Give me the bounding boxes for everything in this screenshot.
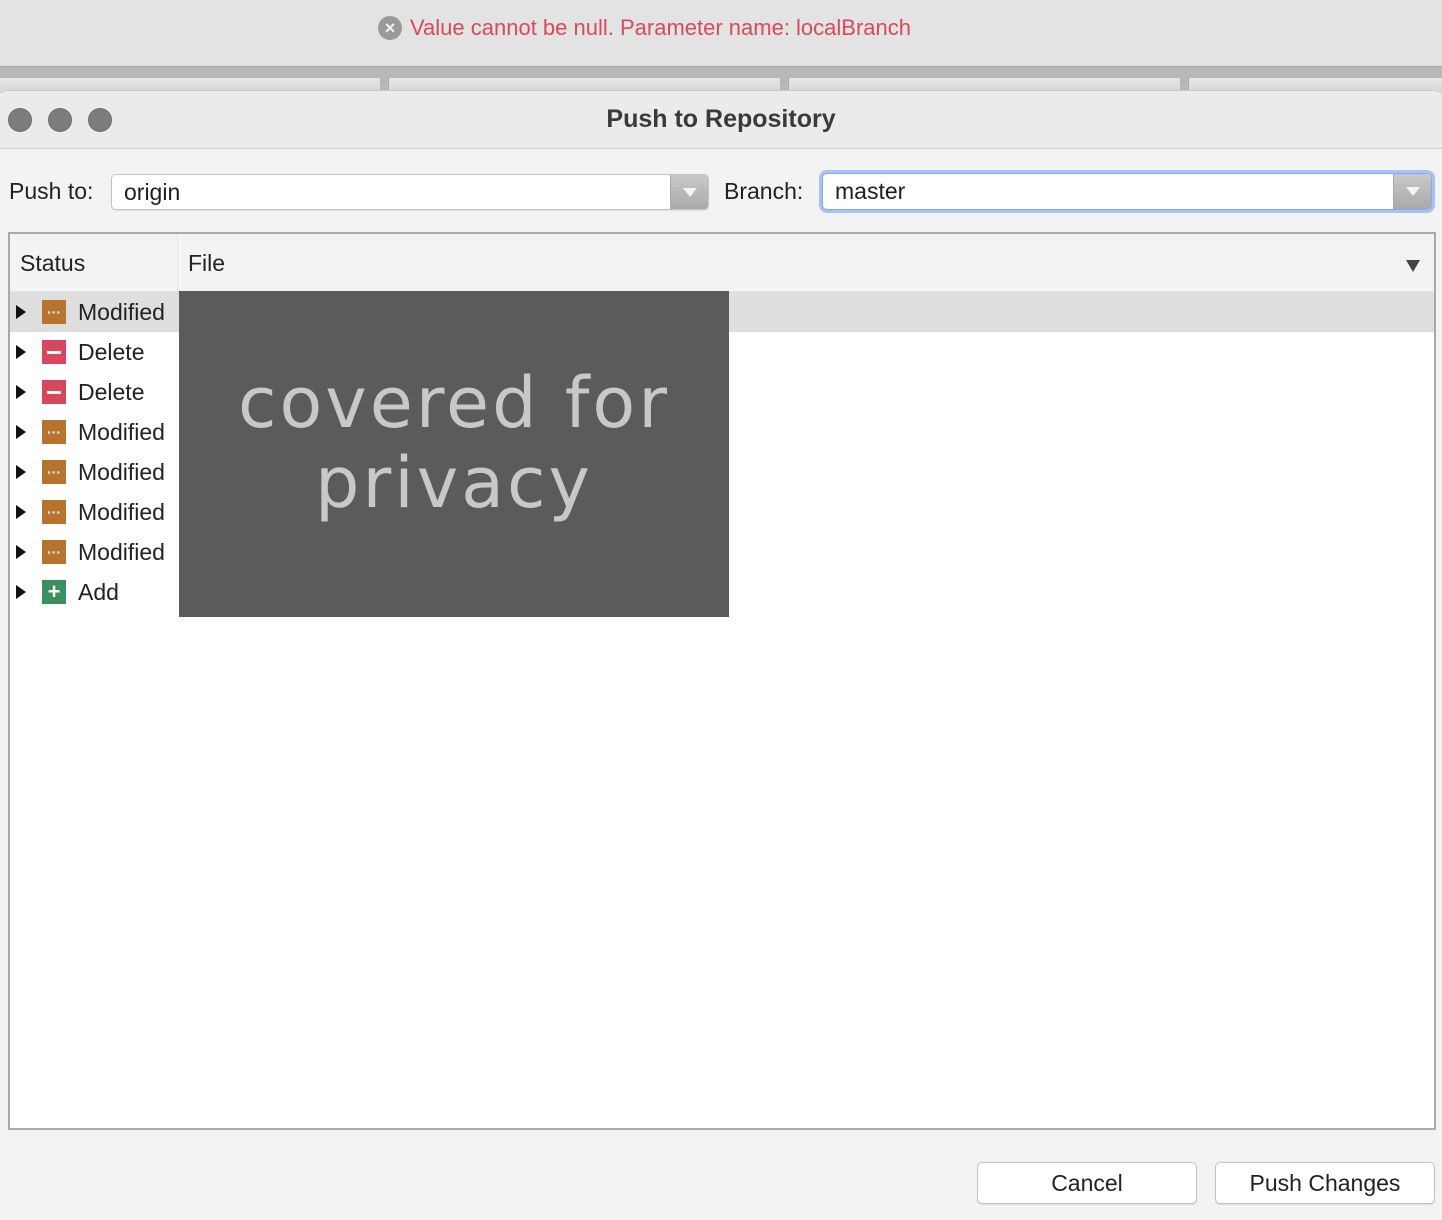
privacy-overlay: covered for privacy [179,291,729,617]
table-header: Status File [10,234,1434,292]
expand-triangle-icon[interactable] [16,545,26,559]
expand-triangle-icon[interactable] [16,385,26,399]
push-to-dropdown-button[interactable] [670,175,708,209]
modified-icon: ··· [42,300,66,324]
chevron-down-icon [682,187,697,197]
expand-triangle-icon[interactable] [16,345,26,359]
error-circle-x-icon: × [378,16,402,40]
column-divider[interactable] [177,234,178,292]
column-header-status[interactable]: Status [20,250,85,277]
status-label: Delete [78,338,145,365]
status-label: Modified [78,418,165,445]
push-changes-button[interactable]: Push Changes [1215,1162,1435,1204]
add-icon: + [42,579,66,604]
tab-strip [0,66,1442,93]
push-to-value: origin [124,179,181,205]
chevron-down-icon [1405,187,1420,196]
error-message: × Value cannot be null. Parameter name: … [378,14,911,42]
expand-triangle-icon[interactable] [16,465,26,479]
sort-menu-icon[interactable] [1406,260,1420,272]
branch-dropdown-button[interactable] [1393,174,1431,209]
error-text: Value cannot be null. Parameter name: lo… [410,15,911,40]
status-label: Modified [78,298,165,325]
modified-icon: ··· [42,420,66,444]
delete-icon [42,340,66,364]
expand-triangle-icon[interactable] [16,505,26,519]
delete-icon [42,380,66,404]
modified-icon: ··· [42,460,66,484]
branch-select[interactable]: master [822,173,1432,210]
status-label: Add [78,578,119,605]
title-bar: Push to Repository [0,91,1442,149]
status-label: Modified [78,498,165,525]
cancel-button[interactable]: Cancel [977,1162,1197,1204]
status-label: Modified [78,458,165,485]
expand-triangle-icon[interactable] [16,305,26,319]
changes-table: Status File ··· Modified Delete Delete ·… [8,232,1436,1130]
expand-triangle-icon[interactable] [16,585,26,599]
branch-label: Branch: [724,178,804,204]
push-to-select[interactable]: origin [111,174,709,210]
error-bar: × Value cannot be null. Parameter name: … [0,0,1442,66]
status-label: Modified [78,538,165,565]
push-dialog: Push to Repository Push to: origin Branc… [0,90,1442,1220]
column-header-file[interactable]: File [188,250,225,277]
modified-icon: ··· [42,500,66,524]
expand-triangle-icon[interactable] [16,425,26,439]
dialog-title: Push to Repository [606,105,836,133]
branch-value: master [835,178,906,204]
push-to-label: Push to: [9,178,94,204]
status-label: Delete [78,378,145,405]
modified-icon: ··· [42,540,66,564]
